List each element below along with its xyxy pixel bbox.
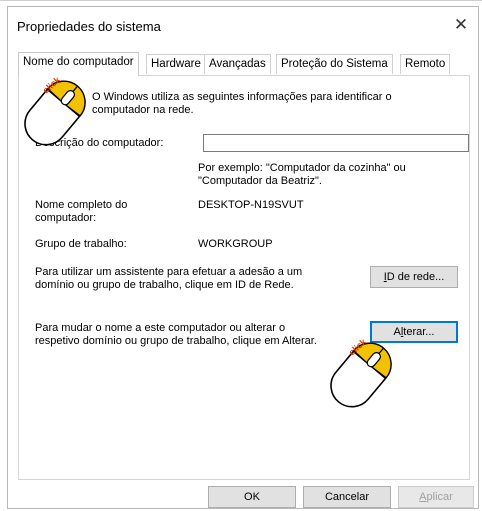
network-id-text-line2: domínio ou grupo de trabalho, clique em … xyxy=(35,279,294,291)
rename-text-line1: Para mudar o nome a este computador ou a… xyxy=(35,322,286,334)
full-name-label-line1: Nome completo do xyxy=(35,199,128,211)
tab-strip: Nome do computador Hardware Avançadas Pr… xyxy=(18,52,468,76)
intro-text-line1: O Windows utiliza as seguintes informaçõ… xyxy=(92,91,392,103)
close-icon[interactable]: ✕ xyxy=(452,16,470,34)
example-text-line1: Por exemplo: "Computador da cozinha" ou xyxy=(198,162,406,174)
network-id-button[interactable]: ID de rede... xyxy=(370,266,458,288)
example-text-line2: "Computador da Beatriz". xyxy=(198,175,322,187)
computer-description-input[interactable] xyxy=(203,134,469,152)
mouse-click-icon: click xyxy=(330,336,392,408)
workgroup-label: Grupo de trabalho: xyxy=(35,238,127,250)
full-name-value: DESKTOP-N19SVUT xyxy=(198,199,304,211)
apply-button-label: plicar xyxy=(426,491,453,503)
cancel-button[interactable]: Cancelar xyxy=(303,486,391,508)
tab-hardware[interactable]: Hardware xyxy=(146,54,206,74)
tab-computer-name[interactable]: Nome do computador xyxy=(18,52,139,76)
top-border xyxy=(0,0,482,1)
window-title: Propriedades do sistema xyxy=(17,19,161,34)
network-id-text-line1: Para utilizar um assistente para efetuar… xyxy=(35,266,303,278)
network-id-button-label: D de rede... xyxy=(386,271,445,283)
full-name-label-line2: computador: xyxy=(35,212,97,224)
change-button-label-end: terar... xyxy=(403,326,435,338)
tab-remote[interactable]: Remoto xyxy=(400,54,451,74)
tab-system-protection[interactable]: Proteção do Sistema xyxy=(276,54,393,74)
title-bar: Propriedades do sistema ✕ xyxy=(8,7,478,43)
apply-button-mnemonic: A xyxy=(419,491,427,503)
intro-text-line2: computador na rede. xyxy=(92,104,194,116)
workgroup-value: WORKGROUP xyxy=(198,238,273,250)
mouse-click-icon: click xyxy=(24,74,86,146)
tab-advanced[interactable]: Avançadas xyxy=(204,54,271,74)
apply-button[interactable]: Aplicar xyxy=(398,486,474,508)
ok-button[interactable]: OK xyxy=(208,486,296,508)
rename-text-line2: respetivo domínio ou grupo de trabalho, … xyxy=(35,335,317,347)
